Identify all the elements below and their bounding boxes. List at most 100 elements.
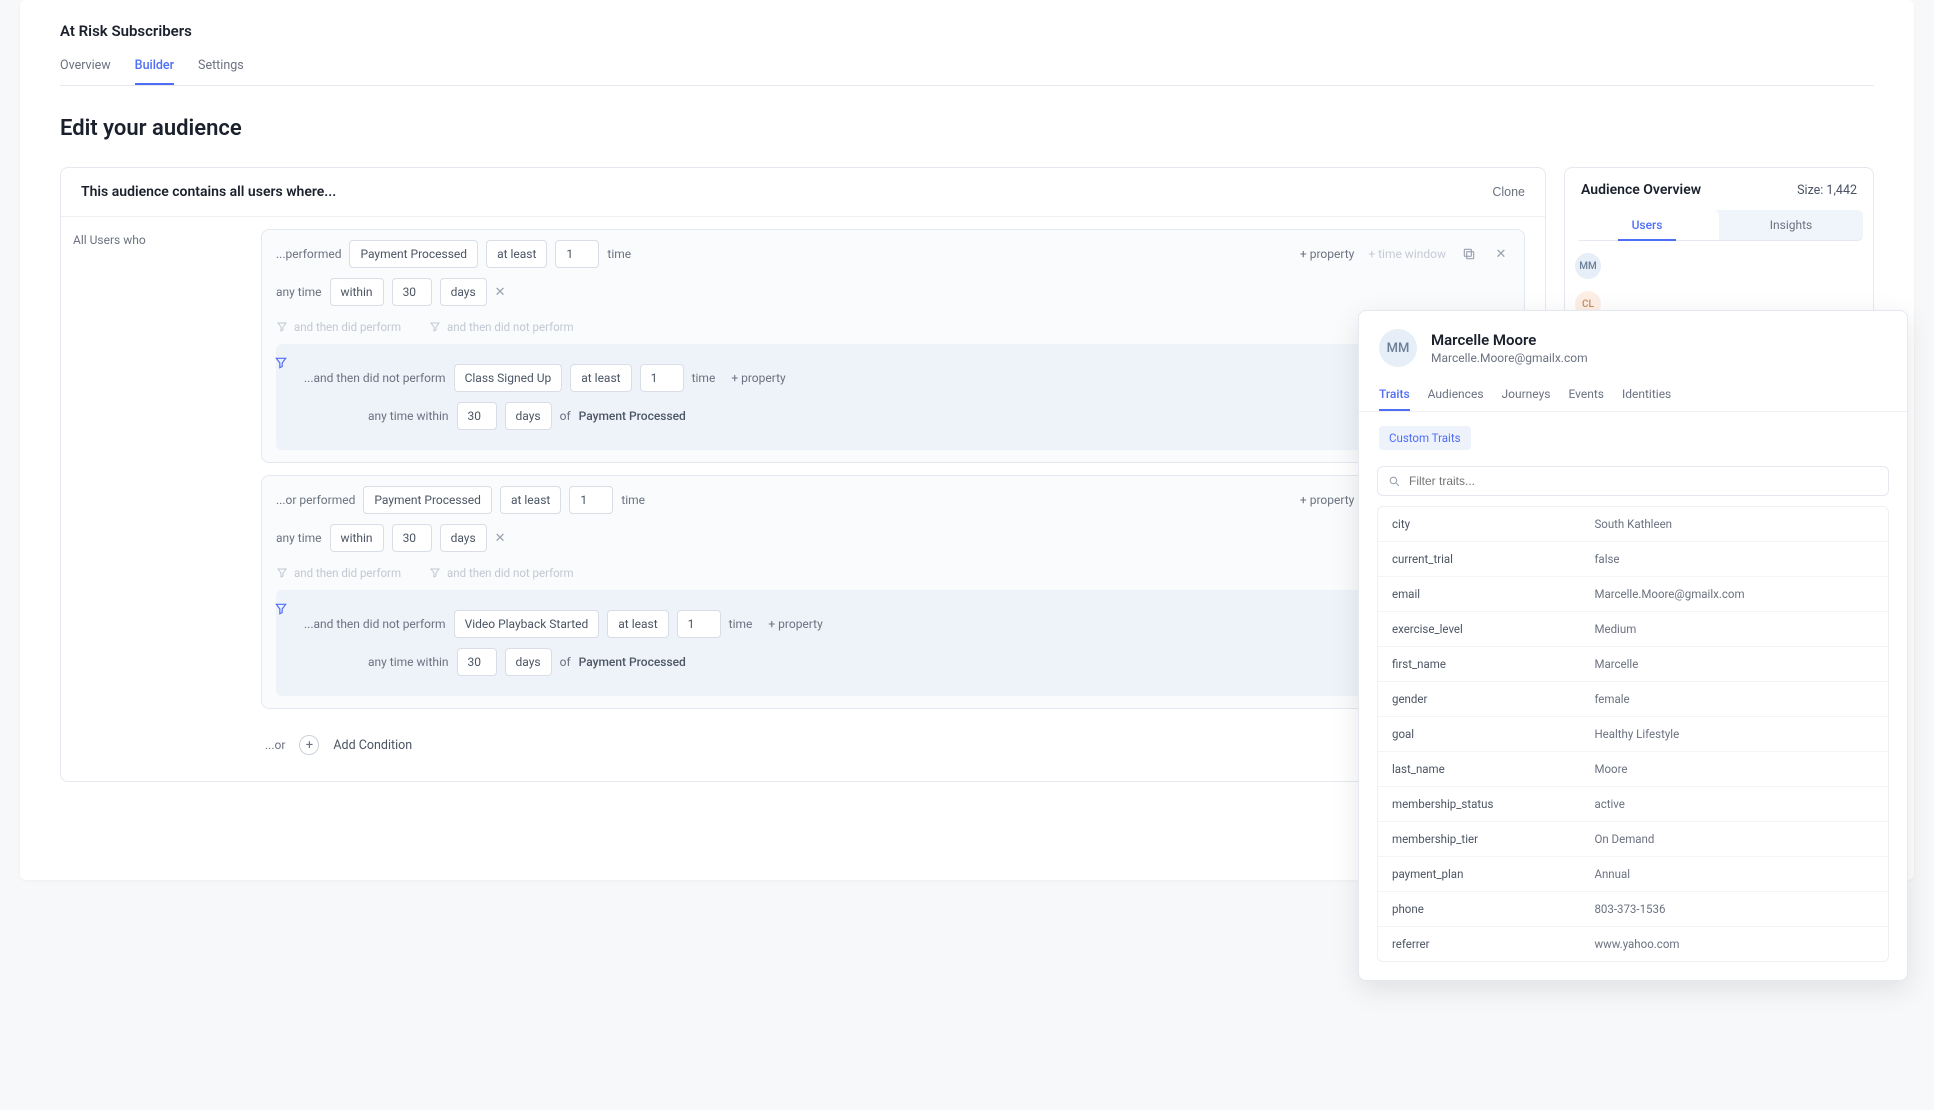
within-num-input[interactable]: 30 xyxy=(457,402,497,430)
nested-prefix: ...and then did not perform xyxy=(304,617,446,631)
within-op-select[interactable]: within xyxy=(330,278,384,306)
trait-row: goalHealthy Lifestyle xyxy=(1378,717,1888,752)
trait-key: membership_status xyxy=(1392,797,1594,811)
trait-key: membership_tier xyxy=(1392,832,1594,846)
remove-time-icon[interactable]: ✕ xyxy=(495,531,506,546)
funnel-did-not-perform-button[interactable]: and then did not perform xyxy=(429,566,574,580)
any-time-label: any time xyxy=(276,285,322,299)
within-num-input[interactable]: 30 xyxy=(457,648,497,676)
add-property-button[interactable]: + property xyxy=(1300,247,1354,261)
trait-row: genderfemale xyxy=(1378,682,1888,717)
trait-value: www.yahoo.com xyxy=(1594,937,1874,951)
trait-value: Moore xyxy=(1594,762,1874,776)
funnel-did-not-perform-button[interactable]: and then did not perform xyxy=(429,320,574,334)
profile-popover: MM Marcelle Moore Marcelle.Moore@gmailx.… xyxy=(1358,310,1908,981)
add-property-button[interactable]: + property xyxy=(1300,493,1354,507)
count-input[interactable]: 1 xyxy=(555,240,599,268)
add-property-button[interactable]: + property xyxy=(731,371,785,385)
within-num-input[interactable]: 30 xyxy=(392,524,432,552)
trait-value: female xyxy=(1594,692,1874,706)
funnel-did-not-label: and then did not perform xyxy=(447,566,574,580)
plus-icon[interactable]: + xyxy=(299,735,319,755)
trait-value: 803-373-1536 xyxy=(1594,902,1874,916)
trait-row: citySouth Kathleen xyxy=(1378,507,1888,542)
profile-tab-events[interactable]: Events xyxy=(1568,379,1604,411)
trait-value: active xyxy=(1594,797,1874,811)
user-avatar[interactable]: MM xyxy=(1575,253,1601,279)
builder-card: This audience contains all users where..… xyxy=(60,167,1546,782)
operator-select[interactable]: at least xyxy=(607,610,668,638)
within-unit-select[interactable]: days xyxy=(505,402,552,430)
filter-icon xyxy=(276,567,288,579)
remove-time-icon[interactable]: ✕ xyxy=(495,285,506,300)
add-property-button[interactable]: + property xyxy=(768,617,822,631)
trait-key: phone xyxy=(1392,902,1594,916)
count-input[interactable]: 1 xyxy=(640,364,684,392)
trait-key: first_name xyxy=(1392,657,1594,671)
nested-prefix: ...and then did not perform xyxy=(304,371,446,385)
of-event-label: Payment Processed xyxy=(579,409,686,423)
profile-tab-identities[interactable]: Identities xyxy=(1622,379,1671,411)
profile-tab-journeys[interactable]: Journeys xyxy=(1502,379,1551,411)
trait-row: current_trialfalse xyxy=(1378,542,1888,577)
clone-button[interactable]: Clone xyxy=(1492,185,1525,199)
trait-key: exercise_level xyxy=(1392,622,1594,636)
profile-name: Marcelle Moore xyxy=(1431,331,1588,349)
profile-tab-traits[interactable]: Traits xyxy=(1379,379,1410,411)
operator-select[interactable]: at least xyxy=(500,486,561,514)
operator-select[interactable]: at least xyxy=(486,240,547,268)
traits-search-input[interactable] xyxy=(1409,474,1878,488)
rule-block: ...performed Payment Processed at least … xyxy=(261,229,1525,463)
within-unit-select[interactable]: days xyxy=(440,524,487,552)
event-select[interactable]: Video Playback Started xyxy=(454,610,600,638)
profile-email: Marcelle.Moore@gmailx.com xyxy=(1431,351,1588,365)
trait-value: South Kathleen xyxy=(1594,517,1874,531)
event-select[interactable]: Payment Processed xyxy=(349,240,478,268)
builder-head-title: This audience contains all users where..… xyxy=(81,184,336,200)
event-select[interactable]: Class Signed Up xyxy=(454,364,563,392)
add-time-window-button[interactable]: + time window xyxy=(1368,247,1446,261)
custom-traits-chip[interactable]: Custom Traits xyxy=(1379,426,1471,450)
within-num-input[interactable]: 30 xyxy=(392,278,432,306)
within-unit-select[interactable]: days xyxy=(505,648,552,676)
builder-side-label: All Users who xyxy=(61,217,251,781)
trait-row: emailMarcelle.Moore@gmailx.com xyxy=(1378,577,1888,612)
overview-tab-insights[interactable]: Insights xyxy=(1719,210,1863,240)
overview-size: Size: 1,442 xyxy=(1797,183,1857,198)
filter-icon xyxy=(276,321,288,333)
funnel-did-perform-button[interactable]: and then did perform xyxy=(276,566,401,580)
trait-row: membership_statusactive xyxy=(1378,787,1888,822)
within-unit-select[interactable]: days xyxy=(440,278,487,306)
trait-key: city xyxy=(1392,517,1594,531)
any-time-within-label: any time within xyxy=(368,655,449,669)
trait-row: first_nameMarcelle xyxy=(1378,647,1888,682)
funnel-marker-icon xyxy=(274,356,288,370)
duplicate-icon[interactable] xyxy=(1460,245,1478,263)
trait-key: email xyxy=(1392,587,1594,601)
tab-overview[interactable]: Overview xyxy=(60,58,111,85)
traits-search[interactable] xyxy=(1377,466,1889,496)
operator-select[interactable]: at least xyxy=(570,364,631,392)
tab-settings[interactable]: Settings xyxy=(198,58,244,85)
trait-row: membership_tierOn Demand xyxy=(1378,822,1888,857)
profile-tab-audiences[interactable]: Audiences xyxy=(1428,379,1484,411)
within-op-select[interactable]: within xyxy=(330,524,384,552)
trait-row: last_nameMoore xyxy=(1378,752,1888,787)
tab-builder[interactable]: Builder xyxy=(135,58,174,85)
trait-row: exercise_levelMedium xyxy=(1378,612,1888,647)
traits-table: citySouth Kathleencurrent_trialfalseemai… xyxy=(1377,506,1889,962)
remove-rule-icon[interactable]: ✕ xyxy=(1492,245,1510,263)
funnel-marker-icon xyxy=(274,602,288,616)
event-select[interactable]: Payment Processed xyxy=(363,486,492,514)
main-tabs: Overview Builder Settings xyxy=(60,58,1874,86)
search-icon xyxy=(1388,475,1401,488)
overview-tab-users[interactable]: Users xyxy=(1575,210,1719,240)
count-input[interactable]: 1 xyxy=(569,486,613,514)
count-input[interactable]: 1 xyxy=(677,610,721,638)
add-condition-button[interactable]: Add Condition xyxy=(333,738,412,753)
filter-icon xyxy=(429,567,441,579)
trait-key: payment_plan xyxy=(1392,867,1594,881)
funnel-did-perform-button[interactable]: and then did perform xyxy=(276,320,401,334)
time-label: time xyxy=(621,493,645,507)
trait-row: phone803-373-1536 xyxy=(1378,892,1888,927)
